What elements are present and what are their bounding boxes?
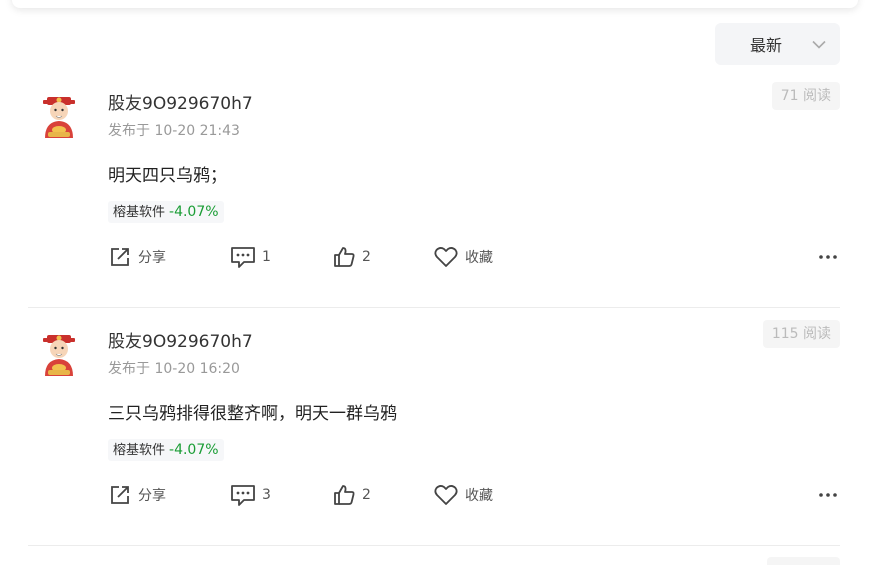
chevron-down-icon — [812, 37, 826, 51]
share-icon — [108, 245, 132, 269]
heart-icon — [433, 483, 459, 507]
post-time: 发布于 10-20 21:43 — [108, 123, 240, 139]
more-icon — [818, 492, 838, 498]
like-count: 2 — [362, 249, 371, 265]
stock-tag[interactable]: 榕基软件 -4.07% — [108, 439, 224, 461]
read-count-badge: 115 阅读 — [762, 320, 840, 348]
stock-name: 榕基软件 — [113, 443, 166, 458]
username[interactable]: 股友9O929670h7 — [108, 89, 253, 114]
comment-feed: 最新 股友9O929670h7 发布于 10-20 21:43 71 阅读 明天… — [0, 0, 870, 565]
comment-count: 3 — [262, 487, 271, 503]
like-button[interactable]: 2 — [332, 482, 371, 508]
stock-change: -4.07% — [169, 442, 219, 458]
more-button[interactable] — [816, 484, 840, 506]
thumbs-up-icon — [332, 483, 356, 507]
comment-icon — [230, 245, 256, 269]
post-item: 股友9O929670h7 发布于 10-20 16:20 115 阅读 三只乌鸦… — [28, 308, 840, 546]
like-button[interactable]: 2 — [332, 244, 371, 270]
stock-name: 榕基软件 — [113, 205, 166, 220]
comment-count: 1 — [262, 249, 271, 265]
comment-icon — [230, 483, 256, 507]
stock-tag[interactable]: 榕基软件 -4.07% — [108, 201, 224, 223]
favorite-label: 收藏 — [465, 250, 493, 266]
avatar[interactable] — [36, 94, 82, 140]
post-divider — [28, 545, 840, 546]
share-label: 分享 — [138, 250, 166, 266]
more-button[interactable] — [816, 246, 840, 268]
favorite-button[interactable]: 收藏 — [433, 482, 493, 508]
heart-icon — [433, 245, 459, 269]
favorite-label: 收藏 — [465, 488, 493, 504]
share-icon — [108, 483, 132, 507]
post-time: 发布于 10-20 16:20 — [108, 361, 240, 377]
sort-dropdown[interactable]: 最新 — [715, 23, 840, 65]
stock-change: -4.07% — [169, 204, 219, 220]
share-label: 分享 — [138, 488, 166, 504]
post-content[interactable]: 明天四只乌鸦； — [108, 161, 227, 186]
share-button[interactable]: 分享 — [108, 244, 166, 270]
post-item: 股友9O929670h7 发布于 10-20 21:43 71 阅读 明天四只乌… — [28, 70, 840, 308]
like-count: 2 — [362, 487, 371, 503]
top-card-edge — [12, 0, 858, 8]
username[interactable]: 股友9O929670h7 — [108, 327, 253, 352]
favorite-button[interactable]: 收藏 — [433, 244, 493, 270]
more-icon — [818, 254, 838, 260]
avatar[interactable] — [36, 332, 82, 378]
read-count-badge: 71 阅读 — [771, 82, 840, 110]
share-button[interactable]: 分享 — [108, 482, 166, 508]
post-content[interactable]: 三只乌鸦排得很整齐啊，明天一群乌鸦 — [108, 399, 397, 424]
sort-label: 最新 — [750, 36, 783, 55]
comment-button[interactable]: 1 — [230, 244, 271, 270]
thumbs-up-icon — [332, 245, 356, 269]
comment-button[interactable]: 3 — [230, 482, 271, 508]
next-post-read-badge — [767, 557, 840, 565]
